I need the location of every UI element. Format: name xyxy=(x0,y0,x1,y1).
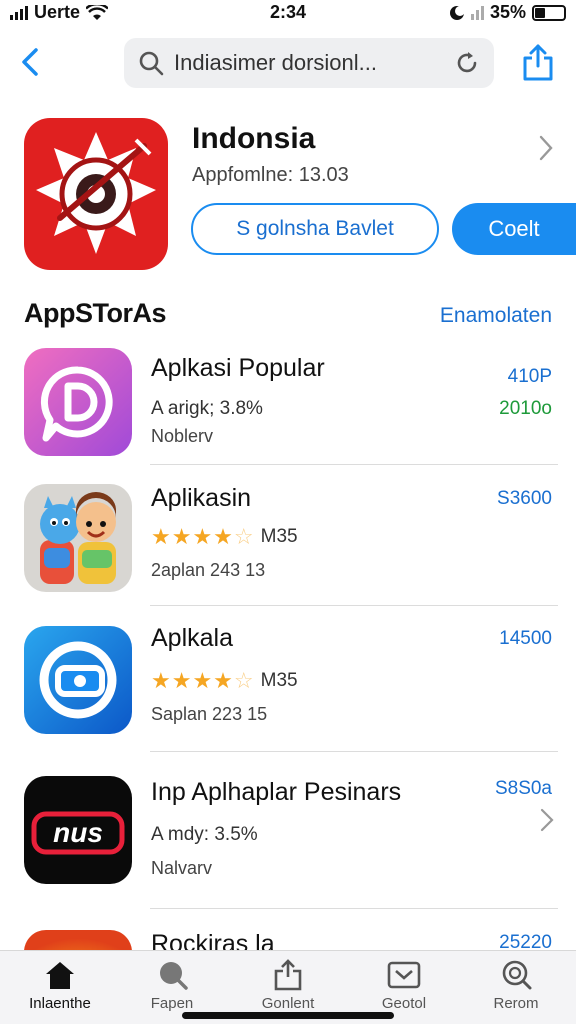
divider xyxy=(150,464,558,465)
search-field[interactable]: Indiasimer dorsionl... xyxy=(124,38,494,88)
app-name: Aplikasin xyxy=(151,484,252,512)
rating-stars: ★★★★☆ xyxy=(151,524,255,549)
featured-app-subtitle: Appfomlne: 13.03 xyxy=(192,164,349,186)
status-bar: Uerte 2:34 35% xyxy=(0,0,576,28)
list-item[interactable]: nus Inp Aplhaplar Pesinars A mdy: 3.5% N… xyxy=(0,774,576,908)
app-category: Nalvarv xyxy=(151,858,213,878)
tab-label: Rerom xyxy=(493,995,539,1012)
search-person-icon xyxy=(160,962,188,990)
app-name: Aplkasi Popular xyxy=(151,354,325,382)
app-price[interactable]: S3600 xyxy=(497,488,552,510)
camera-loop-icon xyxy=(39,641,117,719)
tab-label: Inlaenthe xyxy=(29,995,91,1012)
back-chevron-icon[interactable] xyxy=(14,44,50,80)
chevron-right-icon[interactable] xyxy=(538,134,554,162)
app-name: Inp Aplhaplar Pesinars xyxy=(151,778,402,806)
home-icon xyxy=(46,962,74,989)
svg-text:nus: nus xyxy=(53,817,103,848)
cartoon-characters-icon xyxy=(40,492,116,584)
logo-wordmark-icon: nus xyxy=(31,811,125,855)
tab-search[interactable]: Rerom xyxy=(466,959,566,1012)
tab-label: Gonlent xyxy=(261,995,315,1012)
app-price[interactable]: 14500 xyxy=(499,628,552,650)
search-text: Indiasimer dorsionl... xyxy=(174,50,377,75)
tab-label: Geotol xyxy=(381,995,427,1012)
rating-stars: ★★★★☆ xyxy=(151,668,255,693)
app-price[interactable]: S8S0a xyxy=(495,778,552,800)
app-meta: A arigk; 3.8% xyxy=(151,398,263,419)
app-category: 2aplan 243 13 xyxy=(151,560,266,580)
list-item[interactable]: Aplkasi Popular A arigk; 3.8% Noblerv 41… xyxy=(0,346,576,466)
reload-icon[interactable] xyxy=(454,50,480,76)
app-rating: ★★★★☆ M35 xyxy=(151,668,298,694)
app-name: Rockiras la xyxy=(151,930,275,950)
app-icon xyxy=(24,484,132,592)
chat-bubble-icon xyxy=(40,366,113,442)
home-indicator xyxy=(182,1012,394,1019)
divider xyxy=(150,605,558,606)
app-price[interactable]: 25220 xyxy=(499,932,552,950)
app-category: Saplan 223 15 xyxy=(151,704,268,724)
rating-count: M35 xyxy=(260,526,298,547)
list-item[interactable]: Aplikasin ★★★★☆ M35 2aplan 243 13 S3600 xyxy=(0,484,576,608)
battery-icon xyxy=(532,4,566,21)
app-secondary-value: 2010o xyxy=(499,398,552,419)
tab-inbox[interactable]: Geotol xyxy=(354,959,454,1012)
tab-label: Fapen xyxy=(150,995,194,1012)
secondary-action-button[interactable]: S golnsha Bavlet xyxy=(191,203,439,255)
tab-share[interactable]: Gonlent xyxy=(238,959,338,1012)
search-icon xyxy=(139,51,164,76)
rating-count: M35 xyxy=(260,670,298,691)
app-icon xyxy=(24,348,132,456)
section-title: AppSTorAs xyxy=(24,298,167,328)
chevron-right-icon[interactable] xyxy=(540,808,554,832)
app-icon xyxy=(24,930,132,950)
inbox-icon xyxy=(387,961,421,989)
app-icon: nus xyxy=(24,776,132,884)
featured-app-icon[interactable] xyxy=(24,118,168,270)
shield-emblem-icon xyxy=(36,132,156,254)
share-icon xyxy=(274,959,302,991)
list-item[interactable]: Aplkala ★★★★☆ M35 Saplan 223 15 14500 xyxy=(0,624,576,752)
tab-home[interactable]: Inlaenthe xyxy=(10,959,110,1012)
see-all-link[interactable]: Enamolaten xyxy=(440,304,552,328)
battery-percent: 35% xyxy=(489,2,526,22)
app-icon xyxy=(24,626,132,734)
app-meta: A mdy: 3.5% xyxy=(151,824,258,845)
divider xyxy=(150,908,558,909)
app-name: Aplkala xyxy=(151,624,233,652)
app-price[interactable]: 410P xyxy=(508,366,552,388)
tab-search-person[interactable]: Fapen xyxy=(122,959,222,1012)
moon-icon xyxy=(449,5,465,20)
share-icon[interactable] xyxy=(520,42,556,82)
app-rating: ★★★★☆ M35 xyxy=(151,524,298,550)
featured-app-title: Indonsia xyxy=(192,122,316,155)
cellular-icon xyxy=(470,5,484,20)
search-icon xyxy=(502,960,532,990)
divider xyxy=(150,751,558,752)
get-button[interactable]: Coelt xyxy=(452,203,576,255)
app-category: Noblerv xyxy=(151,426,214,446)
nav-bar: Indiasimer dorsionl... xyxy=(0,36,576,92)
list-item[interactable]: Rockiras la 25220 xyxy=(0,928,576,950)
